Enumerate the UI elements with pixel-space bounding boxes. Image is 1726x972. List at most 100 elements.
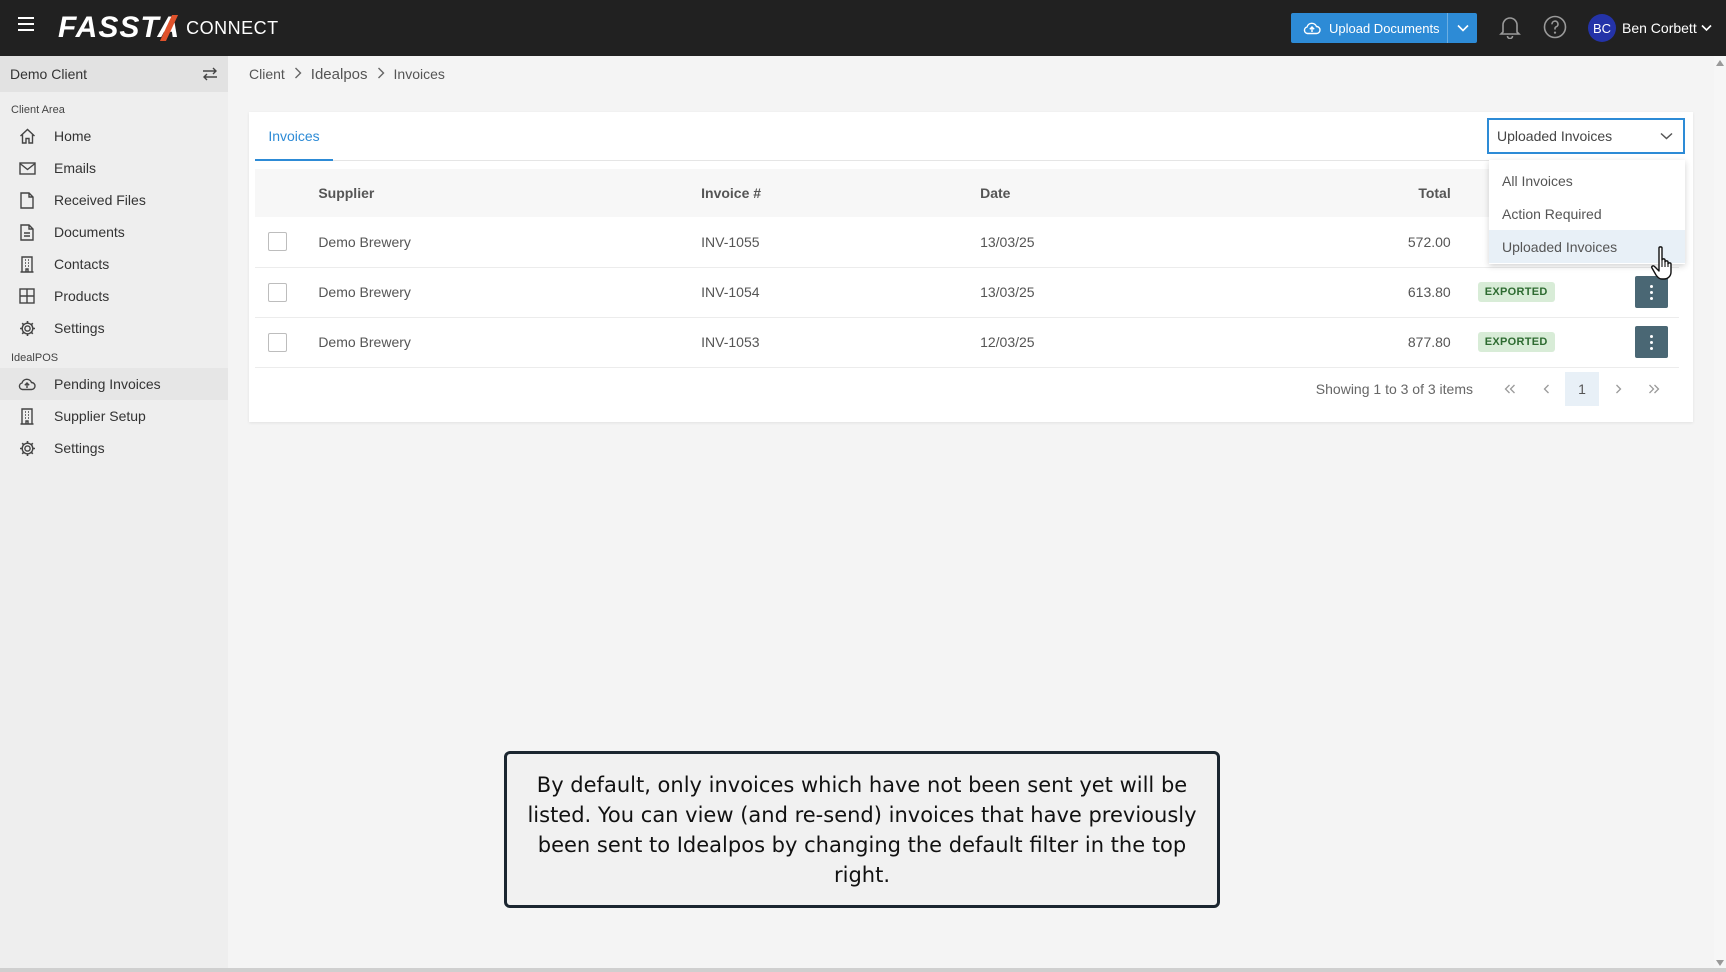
notifications-bell-icon[interactable] [1497,14,1523,40]
section-label-client-area: Client Area [11,104,65,116]
app-logo[interactable]: FASSTA CONNECT [58,10,279,46]
client-switcher[interactable]: Demo Client [0,56,228,92]
table-row[interactable]: Demo Brewery INV-1055 13/03/25 572.00 [255,217,1679,268]
sidebar-item-label: Received Files [54,192,146,208]
cloud-upload-icon [1303,22,1321,35]
breadcrumb: Client Idealpos Invoices [249,64,445,84]
sidebar: Demo Client Client Area Home Emails Rece… [0,56,228,970]
page-scrollbar[interactable] [1714,56,1726,970]
sidebar-item-label: Pending Invoices [54,376,161,392]
grid-icon [18,287,36,305]
top-bar: FASSTA CONNECT Upload Documents BC Ben C… [0,0,1726,56]
breadcrumb-idealpos[interactable]: Idealpos [311,66,368,83]
sidebar-item-received-files[interactable]: Received Files [0,184,228,216]
cell-invoice-number: INV-1055 [701,217,981,268]
scroll-up-arrow-icon[interactable] [1716,60,1724,66]
pagination-info: Showing 1 to 3 of 3 items [1315,381,1473,397]
user-menu[interactable]: BC Ben Corbett [1588,13,1712,43]
status-badge: EXPORTED [1477,282,1555,302]
sidebar-item-emails[interactable]: Emails [0,152,228,184]
kebab-icon [1650,283,1653,301]
sidebar-item-idealpos-settings[interactable]: Settings [0,432,228,464]
breadcrumb-client[interactable]: Client [249,66,285,82]
last-page-button[interactable] [1637,372,1671,406]
swap-arrows-icon[interactable] [202,67,218,81]
user-name: Ben Corbett [1622,20,1697,36]
pagination: Showing 1 to 3 of 3 items 1 [1316,372,1671,406]
sidebar-item-contacts[interactable]: Contacts [0,248,228,280]
tab-invoices[interactable]: Invoices [255,112,333,161]
table-row[interactable]: Demo Brewery INV-1053 12/03/25 877.80 EX… [255,317,1679,368]
cell-invoice-number: INV-1053 [701,317,981,368]
header-select [255,169,319,217]
hamburger-menu-icon[interactable] [18,17,34,31]
document-icon [18,223,36,241]
cell-total: 877.80 [1407,317,1451,368]
sidebar-item-label: Settings [54,320,105,336]
home-icon [18,127,36,145]
header-date[interactable]: Date [980,169,1383,217]
building-icon [18,407,36,425]
filter-option-action-required[interactable]: Action Required [1489,197,1685,230]
chevron-right-icon [1615,384,1621,394]
sidebar-item-label: Documents [54,224,125,240]
filter-selected-value: Uploaded Invoices [1497,128,1613,144]
row-checkbox[interactable] [268,232,287,252]
cell-supplier: Demo Brewery [318,217,702,268]
double-chevron-left-icon [1504,384,1515,394]
section-label-idealpos: IdealPOS [11,352,59,364]
table-row[interactable]: Demo Brewery INV-1054 13/03/25 613.80 EX… [255,267,1679,318]
invoices-card: Invoices Supplier Invoice # Date Total D… [249,112,1693,422]
upload-documents-button[interactable]: Upload Documents [1291,13,1477,43]
cell-date: 13/03/25 [980,267,1383,318]
first-page-button[interactable] [1493,372,1527,406]
row-checkbox[interactable] [268,332,287,352]
sidebar-item-supplier-setup[interactable]: Supplier Setup [0,400,228,432]
sidebar-item-settings[interactable]: Settings [0,312,228,344]
prev-page-button[interactable] [1529,372,1563,406]
status-badge: EXPORTED [1477,332,1555,352]
scroll-down-arrow-icon[interactable] [1716,960,1724,966]
chevron-down-icon [1701,24,1712,32]
header-supplier[interactable]: Supplier [318,169,702,217]
header-invoice-number[interactable]: Invoice # [701,169,981,217]
client-name: Demo Client [10,66,88,82]
sidebar-item-label: Emails [54,160,97,176]
cell-total: 572.00 [1407,217,1451,268]
cell-total: 613.80 [1407,267,1451,318]
kebab-icon [1650,333,1653,351]
chevron-down-icon [1660,132,1673,140]
header-total[interactable]: Total [1407,169,1451,217]
tutorial-callout: By default, only invoices which have not… [504,751,1220,908]
cell-date: 12/03/25 [980,317,1383,368]
bottom-strip [0,968,1726,972]
cell-supplier: Demo Brewery [318,317,702,368]
invoice-filter-select[interactable]: Uploaded Invoices [1487,118,1685,154]
next-page-button[interactable] [1601,372,1635,406]
header-total-pad [1382,169,1408,217]
invoices-table: Supplier Invoice # Date Total Demo Brewe… [255,169,1679,368]
double-chevron-right-icon [1649,384,1660,394]
cell-invoice-number: INV-1054 [701,267,981,318]
chevron-right-icon [294,66,302,82]
row-actions-button[interactable] [1635,326,1668,358]
chevron-right-icon [377,66,385,82]
sidebar-item-documents[interactable]: Documents [0,216,228,248]
page-1-button[interactable]: 1 [1565,372,1599,406]
sidebar-item-label: Supplier Setup [54,408,146,424]
callout-text: By default, only invoices which have not… [527,772,1197,887]
help-icon[interactable] [1542,14,1568,40]
row-checkbox[interactable] [268,282,287,302]
sidebar-item-pending-invoices[interactable]: Pending Invoices [0,368,228,400]
cell-supplier: Demo Brewery [318,267,702,318]
file-icon [18,191,36,209]
upload-documents-main[interactable]: Upload Documents [1291,13,1447,43]
sidebar-item-label: Contacts [54,256,110,272]
sidebar-item-home[interactable]: Home [0,120,228,152]
upload-dropdown-toggle[interactable] [1447,13,1477,43]
cell-date: 13/03/25 [980,217,1383,268]
filter-option-all-invoices[interactable]: All Invoices [1489,164,1685,197]
gear-icon [18,319,36,337]
building-icon [18,255,36,273]
sidebar-item-products[interactable]: Products [0,280,228,312]
